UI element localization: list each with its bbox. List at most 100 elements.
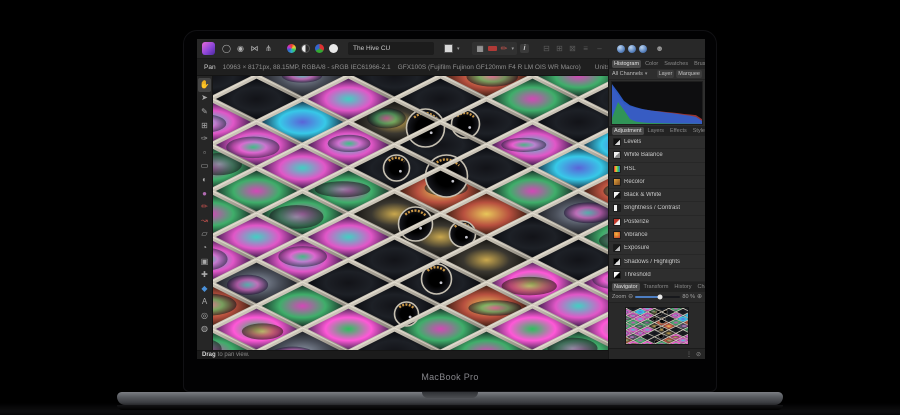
- red-pen-icon[interactable]: ✏: [499, 43, 510, 54]
- adjustment-threshold[interactable]: Threshold: [609, 268, 705, 282]
- blur-tool[interactable]: ◆: [198, 282, 211, 296]
- zoom-tool[interactable]: ◍: [198, 323, 211, 337]
- document-title: The Hive CU: [353, 45, 391, 52]
- dodge-tool[interactable]: ◔: [198, 241, 211, 255]
- histogram-tab-bar: HistogramColorSwatchesBrushes≡: [609, 59, 705, 69]
- eraser-tool[interactable]: ▱: [198, 228, 211, 242]
- adjustment-black-white[interactable]: Black & White: [609, 189, 705, 203]
- panel-footer-lock-icon[interactable]: ⊘: [696, 351, 701, 358]
- dash-icon: –: [597, 43, 602, 53]
- align-right-icon: ⊠: [569, 43, 576, 53]
- zoom-slider[interactable]: [635, 294, 681, 300]
- share-icon[interactable]: ⋔: [263, 43, 274, 54]
- crayon-tool[interactable]: ✏: [198, 200, 211, 214]
- navigator-thumbnail-image: [626, 307, 688, 344]
- affinity-persona-icon[interactable]: [202, 42, 215, 55]
- swatch-caret-icon[interactable]: ▾: [457, 46, 460, 52]
- adjustment-hsl[interactable]: HSL: [609, 162, 705, 176]
- adjustment-posterize[interactable]: Posterize: [609, 215, 705, 229]
- adjustment-shadows-highlights[interactable]: Shadows / Highlights: [609, 255, 705, 269]
- rgb-channels-icon[interactable]: [314, 43, 325, 54]
- toolbar-left-icons: ◯ ◉ ⋈ ⋔: [221, 43, 274, 54]
- mirror-icon[interactable]: ⋈: [249, 43, 260, 54]
- adjustment-recolor[interactable]: Recolor: [609, 175, 705, 190]
- curve-pen-tool[interactable]: ↝: [198, 214, 211, 228]
- adjustment-exposure[interactable]: Exposure: [609, 242, 705, 256]
- tab-history[interactable]: History: [672, 283, 693, 291]
- studio-panels: HistogramColorSwatchesBrushes≡ All Chann…: [608, 59, 705, 359]
- tab-histogram[interactable]: Histogram: [612, 60, 642, 68]
- adjustment-label: HSL: [624, 165, 636, 172]
- document-tab[interactable]: The Hive CU: [348, 42, 434, 55]
- assistant-swatch-icon[interactable]: [443, 43, 454, 54]
- adjustment-thumbnail-icon: [613, 177, 621, 186]
- shape-tool[interactable]: ◎: [198, 309, 211, 323]
- panel-footer-menu-icon[interactable]: ⋮: [686, 351, 692, 358]
- adjustment-brightness-contrast[interactable]: Brightness / Contrast: [609, 202, 705, 216]
- tab-effects[interactable]: Effects: [668, 127, 689, 135]
- adjustment-label: Shadows / Highlights: [624, 258, 681, 265]
- histogram-panel: [611, 81, 703, 125]
- tab-navigator[interactable]: Navigator: [612, 283, 640, 291]
- text-tool[interactable]: A: [198, 296, 211, 310]
- crop-icon[interactable]: ◯: [221, 43, 232, 54]
- color-sphere-tool[interactable]: ●: [198, 187, 211, 201]
- canvas-image: [213, 76, 608, 350]
- healing-tool[interactable]: ✚: [198, 268, 211, 282]
- tab-channels[interactable]: Channels: [696, 283, 705, 291]
- transform-tool[interactable]: ⊞: [198, 119, 211, 133]
- marquee-toggle[interactable]: Marquee: [676, 70, 702, 78]
- grid-icon[interactable]: ▦: [475, 43, 486, 54]
- tab-swatches[interactable]: Swatches: [662, 60, 690, 68]
- red-swatch-icon[interactable]: [487, 46, 497, 51]
- panel-footer: ⋮ ⊘: [609, 348, 705, 359]
- info-icon[interactable]: i: [520, 44, 530, 53]
- pen-caret-icon[interactable]: ▾: [512, 46, 515, 52]
- navigator-thumbnail[interactable]: [625, 306, 689, 345]
- layer-toggle[interactable]: Layer: [656, 70, 675, 78]
- pencil-tool[interactable]: ✎: [198, 105, 211, 119]
- tab-layers[interactable]: Layers: [646, 127, 667, 135]
- adjustment-thumbnail-icon: [613, 191, 621, 200]
- adjustment-white-balance[interactable]: White Balance: [609, 149, 705, 163]
- adjustment-vibrance[interactable]: Vibrance: [609, 228, 705, 243]
- channel-selector[interactable]: All Channels: [612, 71, 643, 77]
- smudge-tool[interactable]: ◐: [198, 173, 211, 187]
- histogram-chart: [612, 84, 702, 124]
- selection-brush-icon[interactable]: ◉: [235, 43, 246, 54]
- adjustment-tab-bar: AdjustmentLayersEffectsStylesStock≡: [609, 126, 705, 136]
- adjustment-label: Brightness / Contrast: [624, 205, 681, 212]
- account-person-icon[interactable]: ☻: [654, 43, 665, 54]
- snap-orb-icon[interactable]: [639, 44, 648, 53]
- zoom-out-icon[interactable]: ⊖: [628, 294, 633, 300]
- color-wheel-icon[interactable]: [286, 43, 297, 54]
- tab-adjustment[interactable]: Adjustment: [612, 127, 644, 135]
- adjustment-thumbnail-icon: [613, 151, 621, 160]
- adjustment-levels[interactable]: Levels: [609, 136, 705, 150]
- tab-brushes[interactable]: Brushes: [692, 60, 705, 68]
- tab-color[interactable]: Color: [643, 60, 660, 68]
- channels-row: All Channels ▾ Layer Marquee: [609, 69, 705, 80]
- tab-transform[interactable]: Transform: [642, 283, 671, 291]
- distribute-icon: ≡: [583, 43, 588, 53]
- brand-label: MacBook Pro: [421, 372, 479, 382]
- tools-sidebar: ✋ ➤ ✎ ⊞ ✑ ▫ ▭ ◐ ● ✏ ↝ ▱ ◔ ▣ ✚ ◆ A ◎ ◍: [197, 76, 213, 350]
- document-canvas[interactable]: [213, 76, 608, 350]
- contrast-icon[interactable]: [300, 43, 311, 54]
- tab-styles[interactable]: Styles: [691, 127, 705, 135]
- paint-group: ▦ ✏ ▾: [471, 42, 518, 55]
- channel-caret-icon: ▾: [644, 71, 648, 77]
- macbook-lid-notch: [422, 392, 478, 398]
- snap-orb-icon[interactable]: [617, 44, 626, 53]
- adjustment-thumbnail-icon: [613, 244, 621, 253]
- marquee-tool[interactable]: ▭: [198, 160, 211, 174]
- zoom-slider-thumb[interactable]: [657, 294, 663, 300]
- snap-orb-icon[interactable]: [628, 44, 637, 53]
- zoom-in-icon[interactable]: ⊕: [697, 294, 702, 300]
- paintbrush-tool[interactable]: ✑: [198, 132, 211, 146]
- clone-stamp-tool[interactable]: ▣: [198, 255, 211, 269]
- pixel-tool[interactable]: ▫: [198, 146, 211, 160]
- pan-tool[interactable]: ✋: [198, 78, 211, 92]
- move-tool[interactable]: ➤: [198, 92, 211, 106]
- white-swatch-icon[interactable]: [328, 43, 339, 54]
